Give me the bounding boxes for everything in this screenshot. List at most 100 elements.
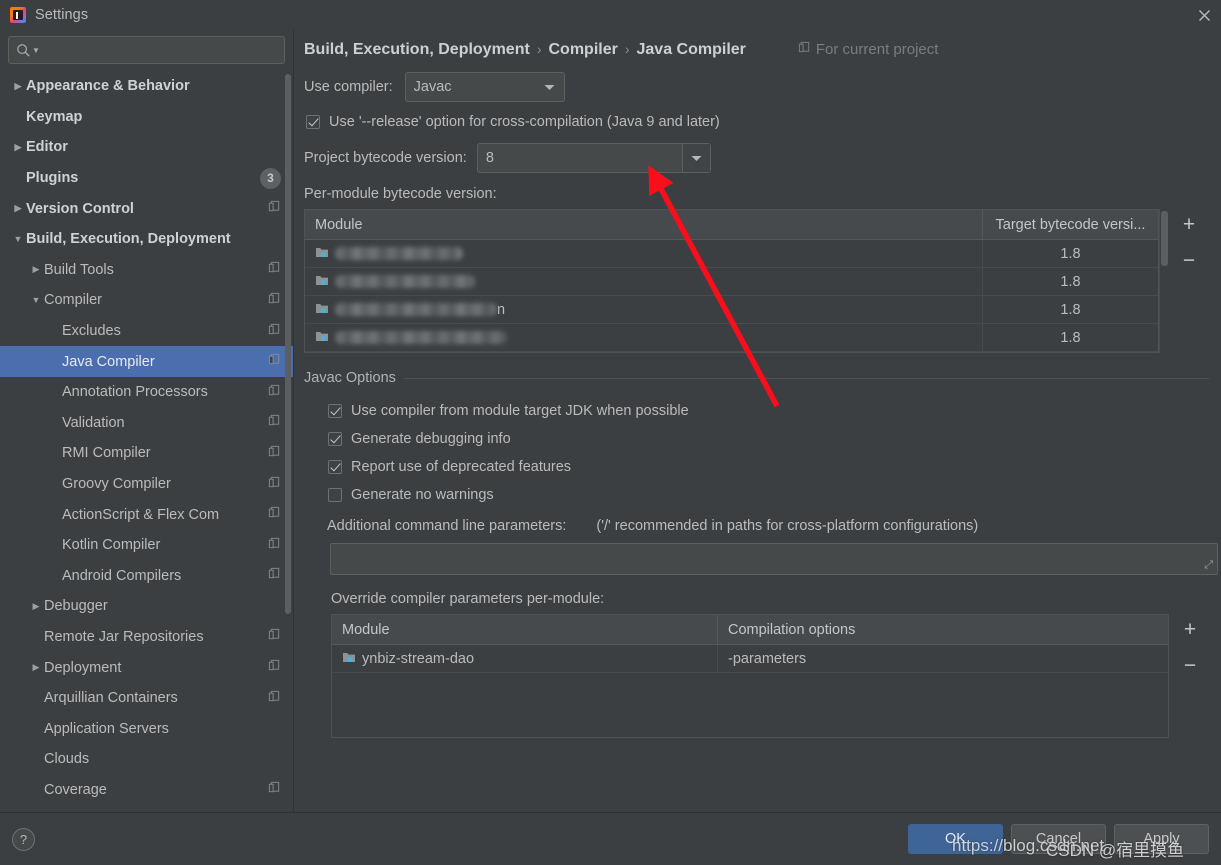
title-bar: Settings: [0, 0, 1221, 30]
search-input[interactable]: [39, 41, 277, 59]
javac-option-report-use-of[interactable]: Report use of deprecated features: [328, 453, 1221, 481]
table-row[interactable]: 1.8: [305, 268, 1158, 296]
checkbox[interactable]: [328, 404, 342, 418]
chevron-right-icon[interactable]: ▶: [10, 203, 26, 214]
apply-button[interactable]: Apply: [1114, 824, 1209, 854]
sidebar-item-annotation-processors[interactable]: Annotation Processors: [0, 377, 293, 408]
release-option-checkbox[interactable]: [306, 115, 320, 129]
sidebar-item-deployment[interactable]: ▶ Deployment: [0, 652, 293, 683]
table-row[interactable]: ynbiz-stream-dao -parameters: [332, 645, 1168, 673]
search-caret-icon[interactable]: ▼: [32, 46, 40, 55]
sidebar-item-android-compilers[interactable]: Android Compilers: [0, 561, 293, 592]
sidebar-scrollbar[interactable]: [285, 74, 291, 782]
override-table[interactable]: Module Compilation options ynbiz-stream-…: [331, 614, 1169, 738]
sidebar-item-label: RMI Compiler: [62, 445, 151, 462]
sidebar-item-groovy-compiler[interactable]: Groovy Compiler: [0, 469, 293, 500]
cell-target-bytecode[interactable]: 1.8: [982, 240, 1158, 267]
project-bytecode-dropdown[interactable]: 8: [476, 143, 711, 173]
javac-option-use-compiler-from[interactable]: Use compiler from module target JDK when…: [328, 397, 1221, 425]
add-module-button[interactable]: +: [1178, 213, 1200, 235]
per-module-table[interactable]: Module Target bytecode versi... 1.8 1.8 n 1…: [304, 209, 1159, 353]
sidebar-item-validation[interactable]: Validation: [0, 408, 293, 439]
copy-settings-icon: [268, 476, 281, 493]
javac-option-generate-no-warnings[interactable]: Generate no warnings: [328, 481, 1221, 509]
table-row[interactable]: 1.8: [305, 240, 1158, 268]
sidebar-item-label: Excludes: [62, 323, 121, 340]
ok-button[interactable]: OK: [908, 824, 1003, 854]
project-bytecode-value[interactable]: 8: [478, 150, 682, 166]
sidebar-item-remote-jar-repositories[interactable]: Remote Jar Repositories: [0, 622, 293, 653]
copy-settings-icon: [268, 659, 281, 676]
breadcrumb-part-1[interactable]: Build, Execution, Deployment: [304, 41, 530, 59]
expand-icon[interactable]: ⤢: [1204, 559, 1213, 572]
sidebar-item-clouds[interactable]: Clouds: [0, 744, 293, 775]
help-button[interactable]: ?: [12, 827, 35, 851]
sidebar-item-appearance-behavior[interactable]: ▶ Appearance & Behavior: [0, 71, 293, 102]
cell-target-bytecode[interactable]: 1.8: [982, 296, 1158, 323]
column-header-target-bytecode[interactable]: Target bytecode versi...: [982, 210, 1158, 239]
javac-option-generate-debugging-info[interactable]: Generate debugging info: [328, 425, 1221, 453]
chevron-down-icon[interactable]: [681, 144, 710, 172]
column-header-compilation-options[interactable]: Compilation options: [717, 615, 1168, 644]
sidebar-item-build-execution-deployment[interactable]: ▼ Build, Execution, Deployment: [0, 224, 293, 255]
table-row[interactable]: n 1.8: [305, 296, 1158, 324]
sidebar-item-excludes[interactable]: Excludes: [0, 316, 293, 347]
release-option-row[interactable]: Use '--release' option for cross-compila…: [306, 114, 1221, 130]
sidebar-item-debugger[interactable]: ▶ Debugger: [0, 591, 293, 622]
search-box[interactable]: ▼: [8, 36, 285, 64]
per-module-table-scrollbar[interactable]: [1159, 209, 1168, 353]
sidebar-item-kotlin-compiler[interactable]: Kotlin Compiler: [0, 530, 293, 561]
sidebar-item-actionscript-flex-com[interactable]: ActionScript & Flex Com: [0, 499, 293, 530]
checkbox-label: Use compiler from module target JDK when…: [351, 403, 689, 419]
sidebar-item-keymap[interactable]: Keymap: [0, 102, 293, 133]
sidebar-item-application-servers[interactable]: Application Servers: [0, 713, 293, 744]
add-override-button[interactable]: +: [1179, 618, 1201, 640]
sidebar-item-compiler[interactable]: ▼ Compiler: [0, 285, 293, 316]
sidebar-item-build-tools[interactable]: ▶ Build Tools: [0, 255, 293, 286]
sidebar-scrollbar-thumb[interactable]: [285, 74, 291, 614]
sidebar-item-editor[interactable]: ▶ Editor: [0, 132, 293, 163]
checkbox[interactable]: [328, 432, 342, 446]
table-row[interactable]: 1.8: [305, 324, 1158, 352]
per-module-table-scrollbar-thumb[interactable]: [1161, 211, 1168, 266]
chevron-right-icon[interactable]: ▶: [10, 81, 26, 92]
override-params-caption: Override compiler parameters per-module:: [331, 591, 605, 607]
breadcrumb-part-2[interactable]: Compiler: [548, 41, 617, 59]
checkbox[interactable]: [328, 460, 342, 474]
settings-tree[interactable]: ▶ Appearance & Behavior Keymap ▶ Editor Plugi…: [0, 69, 293, 812]
sidebar-item-coverage[interactable]: Coverage: [0, 775, 293, 806]
sidebar-item-version-control[interactable]: ▶ Version Control: [0, 193, 293, 224]
close-icon[interactable]: [1193, 4, 1215, 26]
copy-settings-icon: [268, 506, 281, 523]
chevron-right-icon[interactable]: ▶: [28, 662, 44, 673]
cell-compilation-options[interactable]: -parameters: [717, 645, 1168, 672]
chevron-down-icon[interactable]: [536, 84, 564, 91]
remove-override-button[interactable]: −: [1179, 654, 1201, 676]
chevron-down-icon[interactable]: ▼: [28, 295, 44, 305]
additional-params-input[interactable]: ⤢: [330, 543, 1218, 575]
remove-module-button[interactable]: −: [1178, 249, 1200, 271]
cell-module[interactable]: ynbiz-stream-dao: [332, 645, 717, 672]
use-compiler-dropdown[interactable]: Javac: [404, 72, 565, 102]
module-name-suffix: n: [497, 301, 506, 318]
sidebar-item-arquillian-containers[interactable]: Arquillian Containers: [0, 683, 293, 714]
chevron-right-icon[interactable]: ▶: [10, 142, 26, 153]
breadcrumb-part-3: Java Compiler: [636, 41, 746, 58]
settings-content: Build, Execution, Deployment › Compiler …: [294, 30, 1221, 812]
cell-target-bytecode[interactable]: 1.8: [982, 324, 1158, 351]
sidebar-item-rmi-compiler[interactable]: RMI Compiler: [0, 438, 293, 469]
checkbox-label: Generate no warnings: [351, 487, 494, 503]
sidebar-item-java-compiler[interactable]: Java Compiler: [0, 346, 293, 377]
breadcrumb-separator-2: ›: [624, 41, 630, 57]
sidebar-item-plugins[interactable]: Plugins 3: [0, 163, 293, 194]
column-header-module[interactable]: Module: [305, 210, 982, 239]
checkbox[interactable]: [328, 488, 342, 502]
cell-target-bytecode[interactable]: 1.8: [982, 268, 1158, 295]
column-header-module[interactable]: Module: [332, 615, 717, 644]
chevron-down-icon[interactable]: ▼: [10, 234, 26, 244]
cancel-button[interactable]: Cancel: [1011, 824, 1106, 854]
redacted-module-name: [335, 303, 497, 316]
chevron-right-icon[interactable]: ▶: [28, 601, 44, 612]
chevron-right-icon[interactable]: ▶: [28, 264, 44, 275]
settings-dialog: Settings ▼ ▶ Appearance & Behavior Keyma…: [0, 0, 1221, 865]
